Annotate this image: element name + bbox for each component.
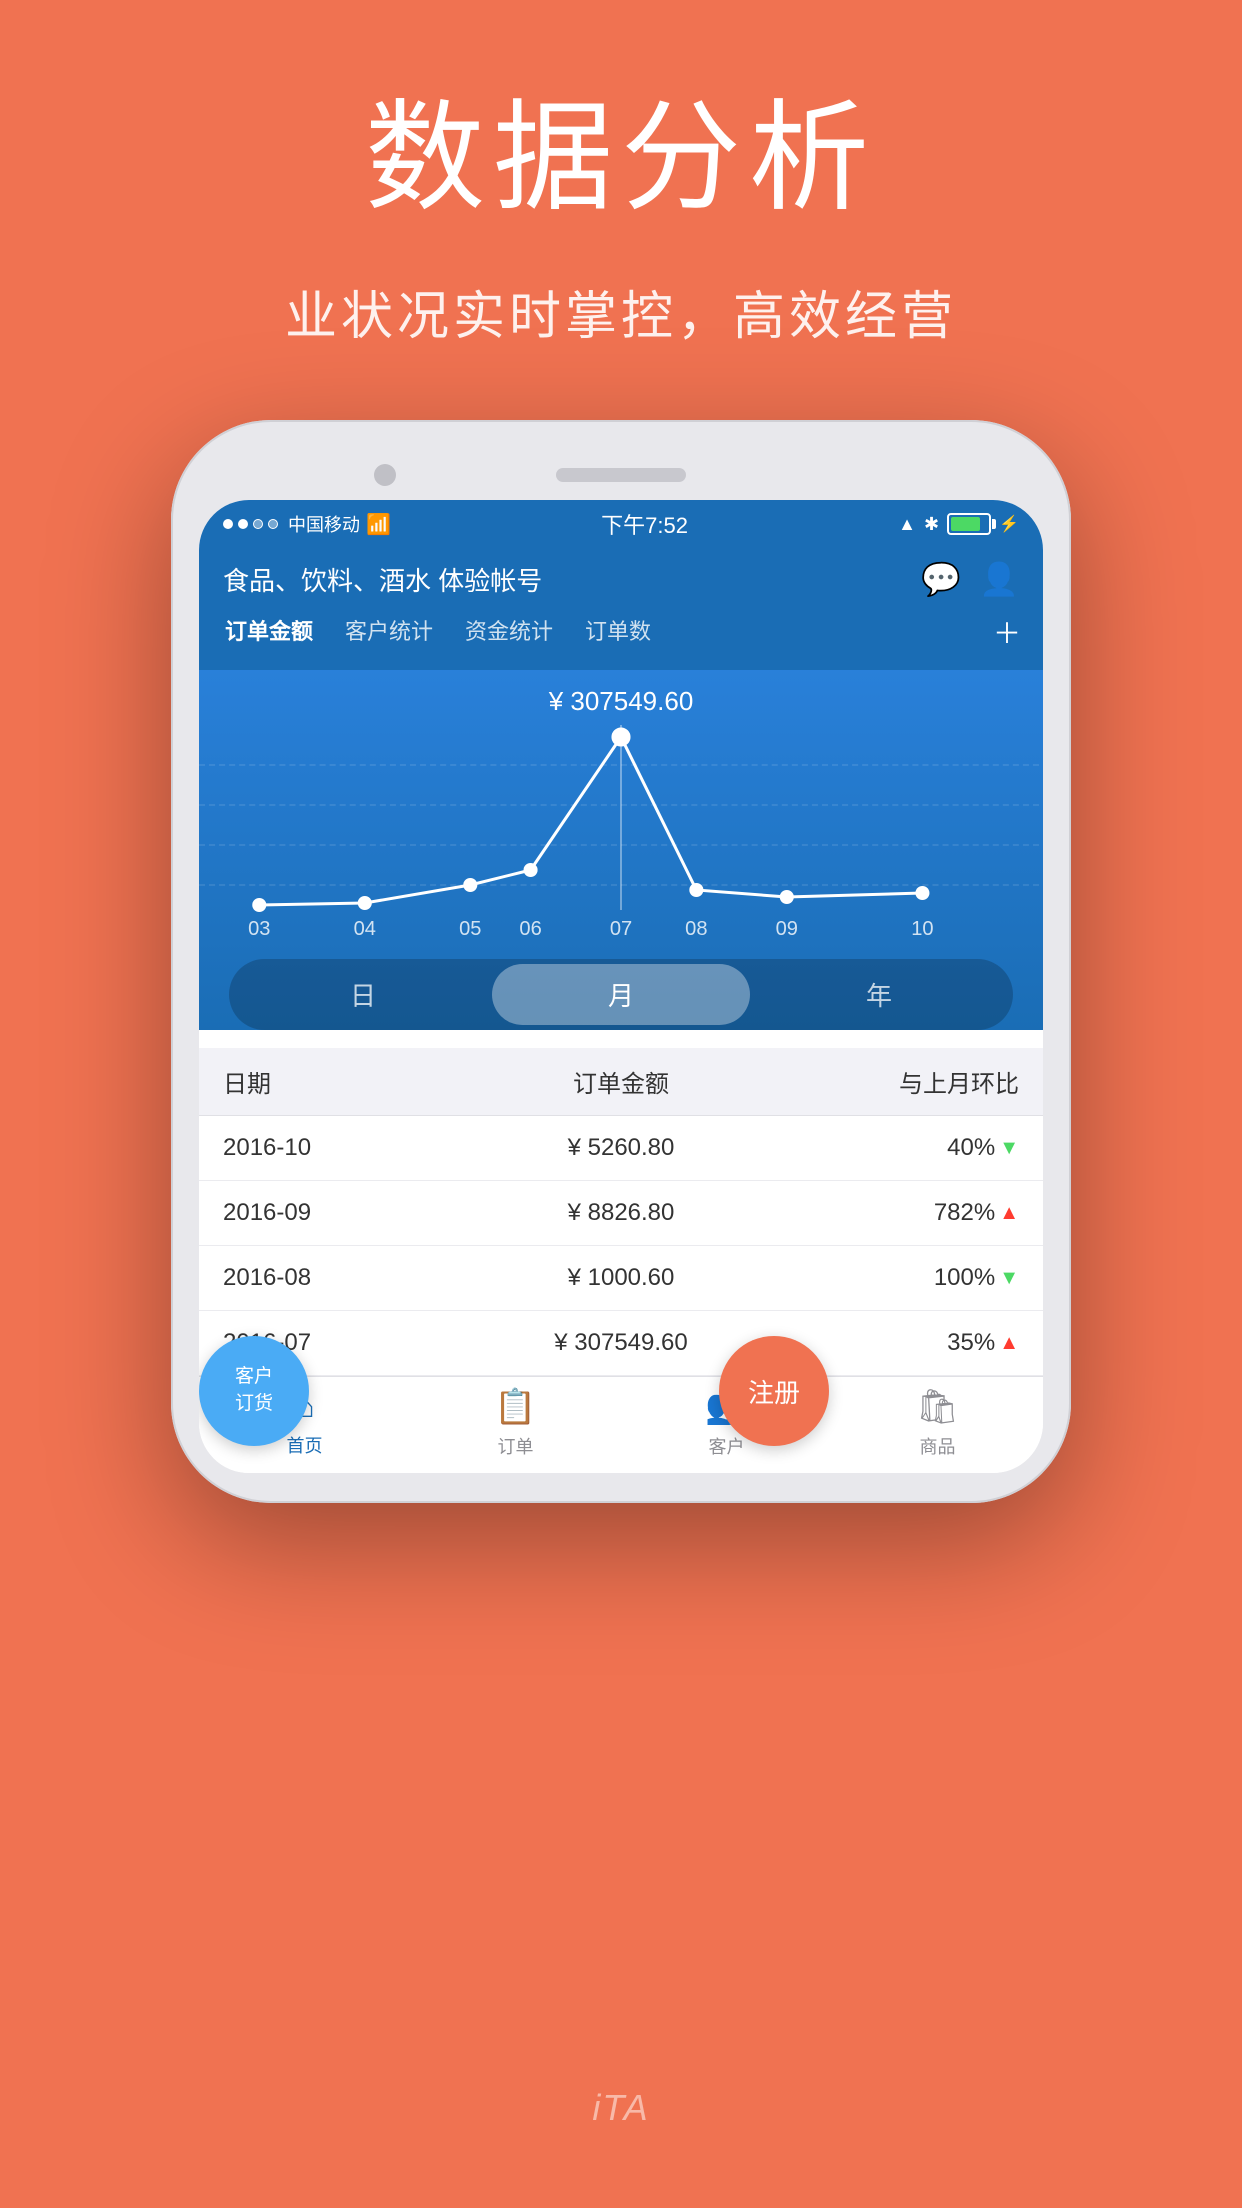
arrow-up-icon-2: ▲ [999,1202,1019,1225]
time-selector: 日 月 年 [229,959,1013,1030]
svg-text:07: 07 [610,918,632,940]
watermark-area: iTA [0,2008,1242,2208]
row-change-1: 40% ▼ [770,1134,1019,1162]
svg-text:04: 04 [354,918,376,940]
change-value-2: 782% [934,1199,995,1227]
signal-dot-2 [238,519,248,529]
arrow-up-icon-4: ▲ [999,1332,1019,1355]
page-title: 数据分析 [0,60,1242,234]
chart-svg-wrap: 03 04 05 06 07 08 09 10 [199,725,1043,945]
table-row: 2016-09 ¥ 8826.80 782% ▲ [199,1181,1043,1246]
time-btn-month[interactable]: 月 [492,964,750,1025]
svg-text:06: 06 [519,918,541,940]
col-header-date: 日期 [223,1064,472,1099]
status-time: 下午7:52 [601,508,688,540]
row-change-2: 782% ▲ [770,1199,1019,1227]
table-row: 2016-08 ¥ 1000.60 100% ▼ [199,1246,1043,1311]
nav-label-customers: 客户 [709,1433,745,1459]
chart-area: ¥ 307549.60 [199,670,1043,1030]
customer-order-button[interactable]: 客户订货 [199,1336,309,1446]
row-amount-1: ¥ 5260.80 [472,1134,771,1162]
status-right: ▲ ✱ ⚡ [898,513,1019,535]
row-amount-4: ¥ 307549.60 [472,1329,771,1357]
location-icon: ▲ [898,514,916,535]
col-header-amount: 订单金额 [472,1064,771,1099]
tab-order-amount[interactable]: 订单金额 [209,608,329,656]
orders-icon: 📋 [494,1387,536,1427]
time-btn-day[interactable]: 日 [234,964,492,1025]
row-date-1: 2016-10 [223,1134,472,1162]
phone-outer: 中国移动 📶 下午7:52 ▲ ✱ ⚡ 食品、饮料、酒水 体验帐号 💬 [171,420,1071,1503]
watermark-text: iTA [592,2087,649,2129]
table-row: 2016-10 ¥ 5260.80 40% ▼ [199,1116,1043,1181]
signal-dots [223,519,278,529]
tab-add-button[interactable]: ＋ [981,608,1033,656]
change-value-1: 40% [947,1134,995,1162]
signal-dot-3 [253,519,263,529]
tab-fund-stats[interactable]: 资金统计 [449,608,569,656]
signal-dot-4 [268,519,278,529]
nav-label-products: 商品 [920,1433,956,1459]
change-value-4: 35% [947,1329,995,1357]
arrow-down-icon-3: ▼ [999,1267,1019,1290]
header-area: 数据分析 业状况实时掌控，高效经营 [0,60,1242,349]
row-date-2: 2016-09 [223,1199,472,1227]
table-row: 2016-07 ¥ 307549.60 35% ▲ [199,1311,1043,1376]
change-value-3: 100% [934,1264,995,1292]
svg-text:08: 08 [685,918,707,940]
tab-customer-stats[interactable]: 客户统计 [329,608,449,656]
svg-text:09: 09 [776,918,798,940]
phone-speaker [556,468,686,482]
nav-label-home: 首页 [287,1432,323,1458]
register-button[interactable]: 注册 [719,1336,829,1446]
phone-mockup: 中国移动 📶 下午7:52 ▲ ✱ ⚡ 食品、饮料、酒水 体验帐号 💬 [171,420,1071,1503]
time-btn-year[interactable]: 年 [750,964,1008,1025]
carrier-label: 中国移动 [288,511,360,537]
chart-value-label: ¥ 307549.60 [199,686,1043,717]
row-date-3: 2016-08 [223,1264,472,1292]
tab-order-count[interactable]: 订单数 [569,608,667,656]
table-header: 日期 订单金额 与上月环比 [199,1048,1043,1116]
user-icon[interactable]: 👤 [979,560,1019,598]
row-amount-3: ¥ 1000.60 [472,1264,771,1292]
col-header-change: 与上月环比 [770,1064,1019,1099]
app-title: 食品、饮料、酒水 体验帐号 [223,561,542,598]
bluetooth-icon: ✱ [924,514,939,535]
app-header-icons: 💬 👤 [921,560,1019,598]
row-amount-2: ¥ 8826.80 [472,1199,771,1227]
status-bar: 中国移动 📶 下午7:52 ▲ ✱ ⚡ [199,500,1043,548]
battery-fill [951,517,980,531]
chat-icon[interactable]: 💬 [921,560,961,598]
tabs-bar: 订单金额 客户统计 资金统计 订单数 ＋ [199,608,1043,670]
svg-text:10: 10 [911,918,933,940]
line-chart: 03 04 05 06 07 08 09 10 [199,725,1043,945]
wifi-icon: 📶 [366,512,391,537]
svg-text:03: 03 [248,918,270,940]
charge-icon: ⚡ [999,514,1019,534]
battery-indicator [947,513,991,535]
phone-camera [374,464,396,486]
app-header: 食品、饮料、酒水 体验帐号 💬 👤 [199,548,1043,608]
phone-top [199,450,1043,500]
data-table: 日期 订单金额 与上月环比 2016-10 ¥ 5260.80 40% ▼ 20… [199,1048,1043,1376]
nav-item-products[interactable]: 🛍 商品 [832,1387,1043,1459]
row-change-3: 100% ▼ [770,1264,1019,1292]
svg-text:05: 05 [459,918,481,940]
bottom-nav: ⌂ 首页 📋 订单 👥 客户 🛍 商品 [199,1376,1043,1473]
products-icon: 🛍 [916,1387,959,1427]
phone-screen: 中国移动 📶 下午7:52 ▲ ✱ ⚡ 食品、饮料、酒水 体验帐号 💬 [199,500,1043,1473]
page-subtitle: 业状况实时掌控，高效经营 [0,274,1242,349]
nav-item-orders[interactable]: 📋 订单 [410,1387,621,1459]
signal-dot-1 [223,519,233,529]
status-left: 中国移动 📶 [223,511,391,537]
nav-label-orders: 订单 [498,1433,534,1459]
arrow-down-icon-1: ▼ [999,1137,1019,1160]
register-label: 注册 [748,1373,800,1410]
